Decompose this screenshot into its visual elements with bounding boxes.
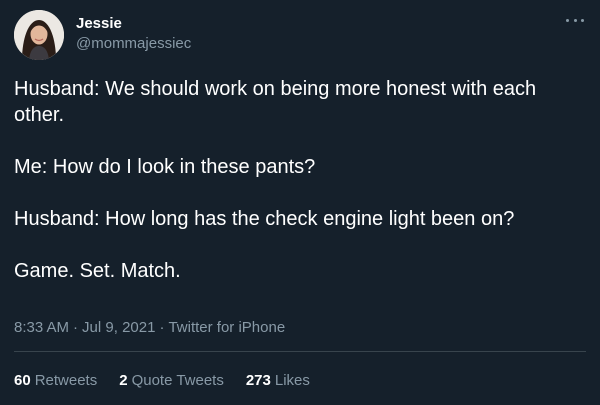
meta-separator: · (159, 319, 165, 336)
quote-tweets-stat[interactable]: 2 Quote Tweets (119, 371, 224, 391)
retweets-stat[interactable]: 60 Retweets (14, 371, 97, 391)
tweet-card: Jessie @mommajessiec Husband: We should … (0, 0, 600, 405)
more-dot (566, 18, 569, 22)
retweets-label: Retweets (34, 372, 98, 389)
more-dot (581, 18, 584, 22)
divider (14, 351, 586, 352)
avatar[interactable] (14, 10, 64, 60)
author-handle[interactable]: @mommajessiec (76, 34, 191, 54)
tweet-stats: 60 Retweets 2 Quote Tweets 273 Likes (14, 371, 310, 391)
likes-stat[interactable]: 273 Likes (246, 371, 310, 391)
likes-count: 273 (245, 372, 271, 389)
tweet-time[interactable]: 8:33 AM (14, 319, 69, 336)
user-block: Jessie @mommajessiec (76, 14, 191, 54)
quote-tweets-count: 2 (119, 372, 128, 389)
tweet-paragraph: Me: How do I look in these pants? (14, 156, 316, 178)
tweet-meta: 8:33 AM · Jul 9, 2021 · Twitter for iPhone (14, 318, 285, 338)
tweet-date[interactable]: Jul 9, 2021 (82, 319, 155, 336)
likes-label: Likes (274, 372, 310, 389)
author-display-name[interactable]: Jessie (76, 14, 191, 34)
tweet-text: Husband: We should work on being more ho… (14, 76, 589, 284)
tweet-paragraph: Husband: We should work on being more ho… (14, 78, 537, 126)
tweet-paragraph: Husband: How long has the check engine l… (14, 208, 515, 230)
meta-separator: · (73, 319, 79, 336)
quote-tweets-label: Quote Tweets (131, 372, 224, 389)
tweet-header: Jessie @mommajessiec (14, 10, 586, 60)
tweet-source[interactable]: Twitter for iPhone (168, 319, 285, 336)
tweet-paragraph: Game. Set. Match. (14, 260, 181, 282)
more-horizontal-icon[interactable] (566, 14, 584, 26)
more-dot (573, 18, 577, 22)
retweets-count: 60 (14, 372, 31, 389)
